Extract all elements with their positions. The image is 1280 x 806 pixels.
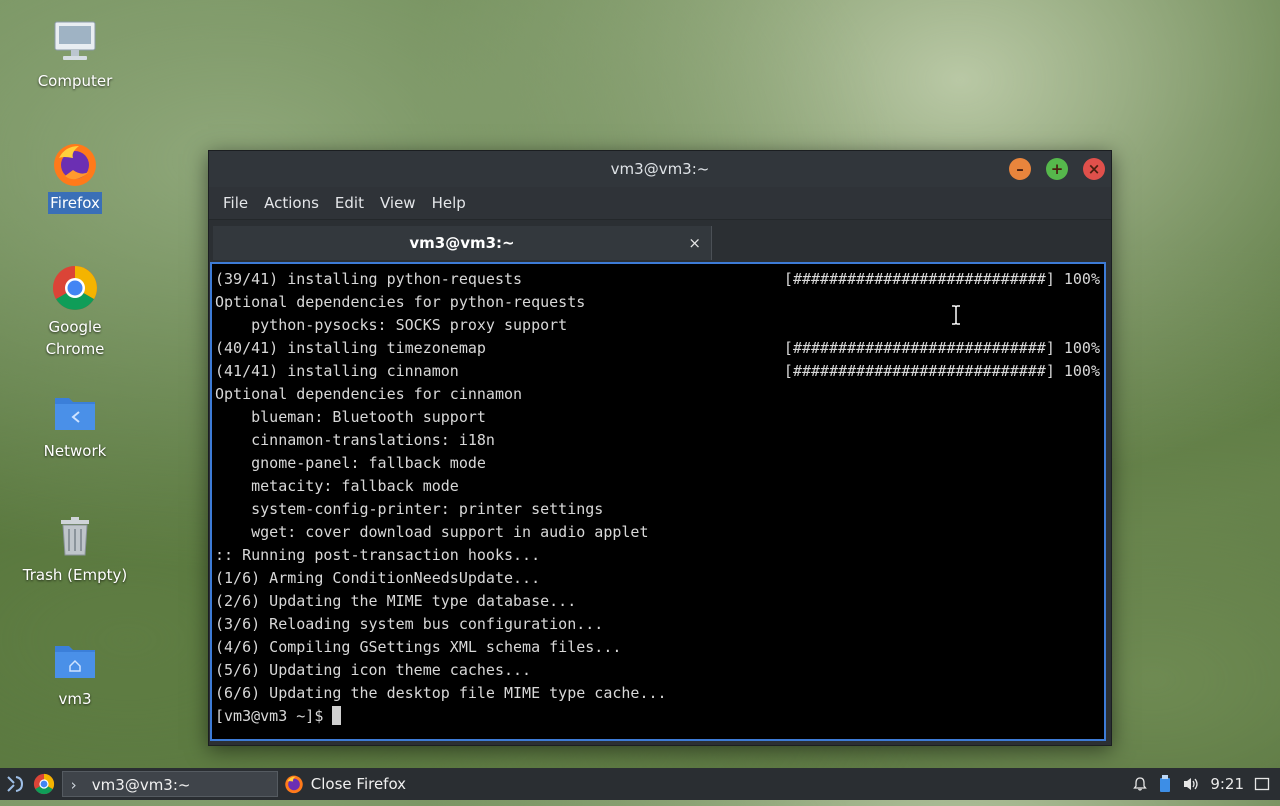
menu-file[interactable]: File	[215, 194, 256, 212]
desktop-icon-label: vm3	[58, 690, 92, 708]
desktop-icon-computer[interactable]: Computer	[20, 18, 130, 92]
terminal-line: (39/41) installing python-requests	[215, 270, 523, 288]
terminal-icon: ›	[69, 776, 79, 794]
terminal-line: (40/41) installing timezonemap	[215, 339, 486, 357]
tab-close-icon[interactable]: ×	[688, 226, 701, 260]
desktop-icon-label: Firefox	[48, 192, 102, 214]
menu-help[interactable]: Help	[424, 194, 474, 212]
terminal-line: Optional dependencies for cinnamon	[215, 385, 523, 403]
trash-icon	[51, 512, 99, 560]
text-cursor	[332, 706, 342, 725]
task-label: vm3@vm3:~	[91, 776, 191, 794]
desktop-icon-trash[interactable]: Trash (Empty)	[20, 512, 130, 586]
terminal-window[interactable]: vm3@vm3:~ – + × File Actions Edit View H…	[208, 150, 1112, 746]
desktop-icon-label: Google Chrome	[45, 318, 105, 358]
clock[interactable]: 9:21	[1210, 775, 1244, 793]
notifications-bell-icon[interactable]	[1132, 776, 1148, 792]
network-folder-icon	[51, 388, 99, 436]
window-title: vm3@vm3:~	[610, 160, 710, 178]
terminal-line: (41/41) installing cinnamon	[215, 362, 459, 380]
firefox-icon	[51, 140, 99, 188]
home-folder-icon	[51, 636, 99, 684]
computer-icon	[51, 18, 99, 66]
desktop-icon-google-chrome[interactable]: Google Chrome	[20, 264, 130, 360]
terminal-line: (5/6) Updating icon theme caches...	[215, 661, 532, 679]
desktop-icon-firefox[interactable]: Firefox	[20, 140, 130, 214]
terminal-line: system-config-printer: printer settings	[215, 500, 604, 518]
window-titlebar[interactable]: vm3@vm3:~ – + ×	[209, 151, 1111, 187]
minimize-button[interactable]: –	[1009, 158, 1031, 180]
tab-bar: vm3@vm3:~ ×	[209, 219, 1111, 264]
desktop-icon-label: Trash (Empty)	[22, 566, 128, 584]
desktop-icon-network[interactable]: Network	[20, 388, 130, 462]
terminal-line: (1/6) Arming ConditionNeedsUpdate...	[215, 569, 541, 587]
menu-actions[interactable]: Actions	[256, 194, 327, 212]
terminal-line: python-pysocks: SOCKS proxy support	[215, 316, 568, 334]
desktop-icon-label: Computer	[37, 72, 113, 90]
terminal-line: (4/6) Compiling GSettings XML schema fil…	[215, 638, 622, 656]
chrome-icon	[51, 264, 99, 312]
minimize-icon: –	[1016, 160, 1024, 178]
firefox-icon	[285, 775, 303, 794]
progress-bar-text: [############################] 100%	[783, 270, 1100, 288]
taskbar: › vm3@vm3:~ Close Firefox 9:21	[0, 768, 1280, 800]
show-desktop-icon[interactable]	[1254, 776, 1270, 792]
progress-bar-text: [############################] 100%	[783, 362, 1100, 380]
terminal-output[interactable]: (39/41) installing python-requests [#####…	[210, 262, 1106, 741]
menu-view[interactable]: View	[372, 194, 424, 212]
window-controls: – + ×	[1009, 158, 1105, 180]
volume-icon[interactable]	[1182, 776, 1200, 792]
chrome-icon	[33, 773, 55, 795]
desktop-icon-home-folder[interactable]: vm3	[20, 636, 130, 710]
taskbar-task-firefox[interactable]: Close Firefox	[284, 771, 434, 797]
menu-edit[interactable]: Edit	[327, 194, 372, 212]
shell-prompt: [vm3@vm3 ~]$	[215, 707, 333, 725]
start-menu-button[interactable]	[4, 768, 28, 800]
terminal-line: blueman: Bluetooth support	[215, 408, 486, 426]
progress-bar-text: [############################] 100%	[783, 339, 1100, 357]
task-label: Close Firefox	[310, 775, 407, 793]
desktop-icon-label: Network	[43, 442, 107, 460]
ibeam-cursor-icon	[952, 305, 960, 325]
tab-title: vm3@vm3:~	[409, 234, 515, 252]
taskbar-chrome-launcher[interactable]	[33, 768, 57, 800]
maximize-button[interactable]: +	[1046, 158, 1068, 180]
terminal-line: (2/6) Updating the MIME type database...	[215, 592, 577, 610]
terminal-line: Optional dependencies for python-request…	[215, 293, 586, 311]
terminal-line: (3/6) Reloading system bus configuration…	[215, 615, 604, 633]
terminal-line: gnome-panel: fallback mode	[215, 454, 486, 472]
terminal-line: wget: cover download support in audio ap…	[215, 523, 649, 541]
close-icon: ×	[1087, 160, 1101, 178]
menu-bar: File Actions Edit View Help	[209, 187, 1111, 219]
terminal-line: cinnamon-translations: i18n	[215, 431, 495, 449]
system-tray: 9:21	[1132, 768, 1280, 800]
menu-logo-icon	[7, 776, 24, 792]
maximize-icon: +	[1050, 160, 1064, 178]
terminal-line: (6/6) Updating the desktop file MIME typ…	[215, 684, 667, 702]
terminal-line: metacity: fallback mode	[215, 477, 459, 495]
tab-terminal[interactable]: vm3@vm3:~ ×	[213, 226, 712, 260]
taskbar-task-terminal[interactable]: › vm3@vm3:~	[62, 771, 278, 797]
terminal-line: :: Running post-transaction hooks...	[215, 546, 541, 564]
removable-drive-icon[interactable]	[1158, 775, 1172, 793]
close-button[interactable]: ×	[1083, 158, 1105, 180]
